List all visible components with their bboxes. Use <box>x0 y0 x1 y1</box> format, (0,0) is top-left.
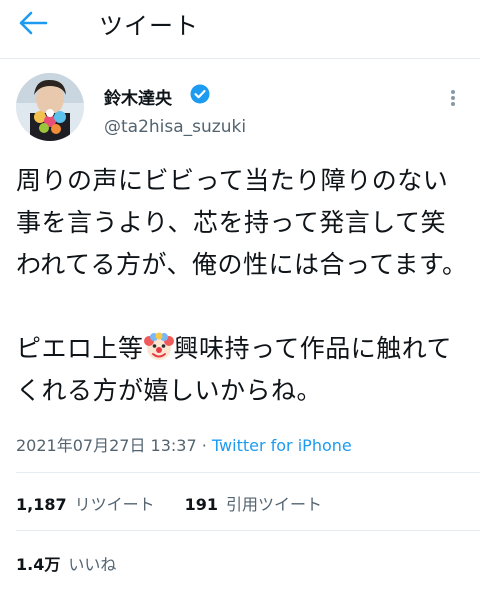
likes-label: いいね <box>68 555 117 574</box>
page-title: ツイート <box>99 12 199 40</box>
tweet-meta: 2021年07月27日 13:37 · Twitter for iPhone <box>16 432 352 456</box>
stats-divider-top <box>16 472 480 473</box>
tweet-timestamp[interactable]: 2021年07月27日 13:37 <box>16 436 197 455</box>
top-bar: ツイート <box>0 0 480 48</box>
meta-separator: · <box>201 436 207 455</box>
quotes-label: 引用ツイート <box>226 495 323 514</box>
header-divider <box>0 58 480 59</box>
retweets-label: リツイート <box>74 495 155 514</box>
author-handle[interactable]: @ta2hisa_suzuki <box>104 117 246 137</box>
likes-count: 1.4万 <box>16 555 61 574</box>
tweet-text: 周りの声にビビって当たり障りのない事を言うより、芯を持って発言して笑われてる方が… <box>16 160 468 412</box>
tweet-source-link[interactable]: Twitter for iPhone <box>212 436 352 455</box>
retweets-count: 1,187 <box>16 495 67 514</box>
retweets-link[interactable]: 1,187 リツイート <box>16 495 155 514</box>
stats-divider-middle <box>16 530 480 531</box>
back-arrow-icon[interactable] <box>18 10 48 36</box>
likes-stats[interactable]: 1.4万 いいね <box>16 551 116 575</box>
quotes-count: 191 <box>184 495 219 514</box>
avatar[interactable] <box>16 73 84 141</box>
retweet-stats: 1,187 リツイート 191 引用ツイート <box>16 491 322 515</box>
quotes-link[interactable]: 191 引用ツイート <box>185 495 322 514</box>
author-name[interactable]: 鈴木達央 <box>104 84 172 109</box>
verified-badge-icon <box>190 84 210 104</box>
clown-face-icon <box>143 332 174 362</box>
more-options-icon[interactable] <box>448 88 458 108</box>
